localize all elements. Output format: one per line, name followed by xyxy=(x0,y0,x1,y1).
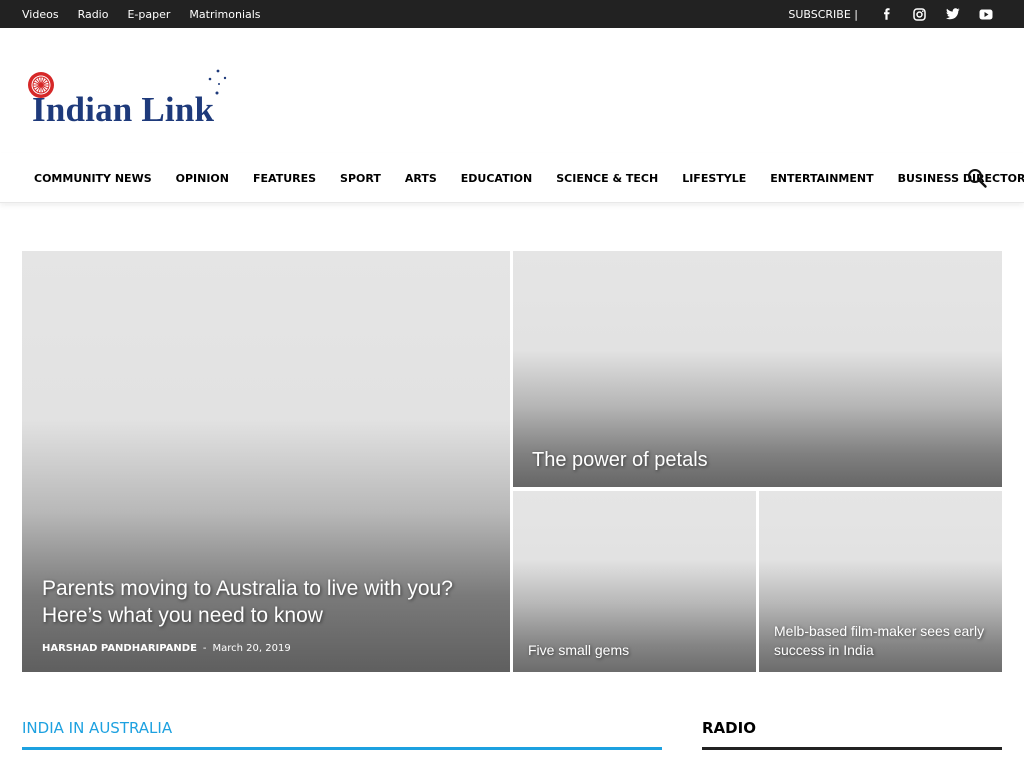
search-icon[interactable] xyxy=(966,167,988,189)
top-link-matrimonials[interactable]: Matrimonials xyxy=(189,8,260,21)
nav-item-arts[interactable]: ARTS xyxy=(393,172,449,185)
nav-item-business-directory[interactable]: BUSINESS DIRECTORY xyxy=(886,172,1024,185)
top-link-radio[interactable]: Radio xyxy=(78,8,109,21)
nav-item-lifestyle[interactable]: LIFESTYLE xyxy=(670,172,758,185)
section-underline xyxy=(22,747,662,750)
section-india-in-australia: INDIA IN AUSTRALIA xyxy=(22,719,662,750)
featured-small-title-2[interactable]: Melb-based film-maker sees early success… xyxy=(774,622,994,660)
featured-main-title[interactable]: Parents moving to Australia to live with… xyxy=(42,575,462,630)
twitter-icon[interactable] xyxy=(936,0,969,28)
logo-text: Indian Link xyxy=(32,90,215,129)
youtube-icon[interactable] xyxy=(969,0,1002,28)
nav-item-science-tech[interactable]: SCIENCE & TECH xyxy=(544,172,670,185)
top-links: Videos Radio E-paper Matrimonials xyxy=(22,0,261,28)
featured-top-title[interactable]: The power of petals xyxy=(532,447,708,473)
section-title-radio[interactable]: RADIO xyxy=(702,719,1002,737)
top-bar: Videos Radio E-paper Matrimonials SUBSCR… xyxy=(0,0,1024,28)
article-date: March 20, 2019 xyxy=(212,643,291,654)
section-radio: RADIO xyxy=(702,719,1002,750)
top-right: SUBSCRIBE | xyxy=(788,0,1002,28)
site-logo[interactable]: Indian Link xyxy=(26,68,242,130)
featured-top-article[interactable]: The power of petals xyxy=(513,251,1002,487)
main-nav: COMMUNITY NEWS OPINION FEATURES SPORT AR… xyxy=(0,153,1024,203)
top-link-videos[interactable]: Videos xyxy=(22,8,59,21)
featured-main-article[interactable]: Parents moving to Australia to live with… xyxy=(22,251,510,672)
featured-small-title-1[interactable]: Five small gems xyxy=(528,641,748,660)
featured-main-meta: HARSHAD PANDHARIPANDE - March 20, 2019 xyxy=(42,643,291,654)
subscribe-link[interactable]: SUBSCRIBE | xyxy=(788,8,858,21)
article-author[interactable]: HARSHAD PANDHARIPANDE xyxy=(42,643,197,654)
top-link-epaper[interactable]: E-paper xyxy=(127,8,170,21)
nav-item-entertainment[interactable]: ENTERTAINMENT xyxy=(758,172,885,185)
featured-small-article-2[interactable]: Melb-based film-maker sees early success… xyxy=(759,491,1002,672)
nav-item-community-news[interactable]: COMMUNITY NEWS xyxy=(22,172,164,185)
instagram-icon[interactable] xyxy=(903,0,936,28)
section-title-india[interactable]: INDIA IN AUSTRALIA xyxy=(22,719,662,737)
nav-item-features[interactable]: FEATURES xyxy=(241,172,328,185)
section-underline xyxy=(702,747,1002,750)
featured-small-article-1[interactable]: Five small gems xyxy=(513,491,756,672)
nav-items: COMMUNITY NEWS OPINION FEATURES SPORT AR… xyxy=(22,153,1024,203)
nav-item-sport[interactable]: SPORT xyxy=(328,172,393,185)
facebook-icon[interactable] xyxy=(870,0,903,28)
meta-separator: - xyxy=(202,643,207,654)
nav-item-education[interactable]: EDUCATION xyxy=(449,172,544,185)
nav-item-opinion[interactable]: OPINION xyxy=(164,172,241,185)
